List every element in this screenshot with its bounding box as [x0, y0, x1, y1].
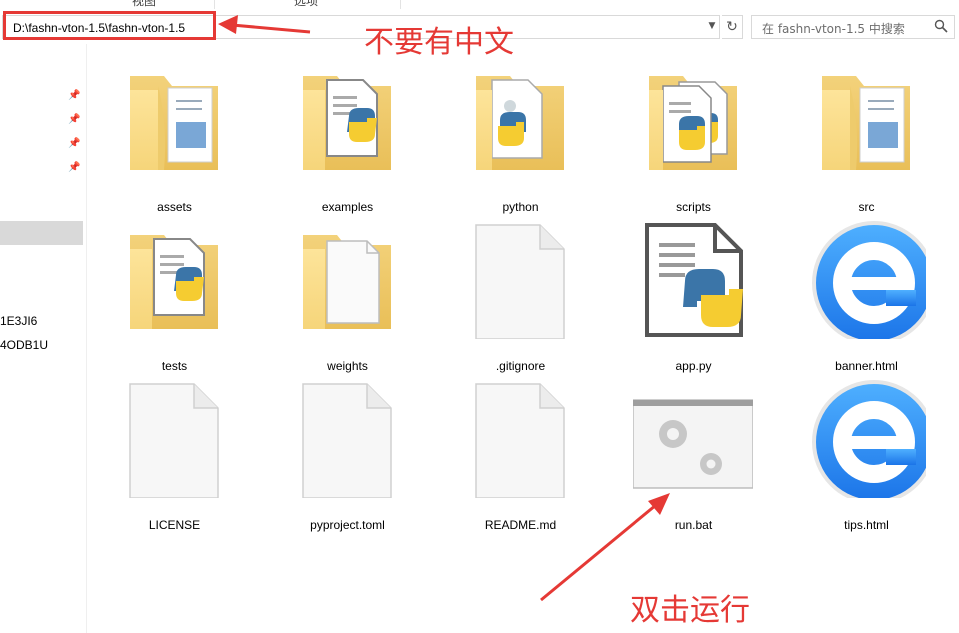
folder-python-icon: [130, 235, 218, 329]
pin-icon[interactable]: 📌: [68, 114, 80, 126]
blank-file-icon: [475, 383, 565, 498]
browser-e-icon: [812, 380, 926, 498]
blank-file-icon: [475, 224, 565, 339]
annotation-no-chinese: 不要有中文: [364, 25, 514, 60]
file-name: scripts: [676, 200, 711, 214]
annotation-double-click-run: 双击运行: [630, 593, 750, 628]
folder-blank-icon: [303, 235, 391, 329]
file-name: tests: [161, 359, 188, 373]
blank-file-icon: [302, 383, 392, 498]
search-placeholder: 在 fashn-vton-1.5 中搜索: [762, 22, 905, 36]
file-tile[interactable]: README.md: [434, 372, 607, 532]
pin-icon[interactable]: 📌: [68, 138, 80, 150]
pin-icon[interactable]: 📌: [68, 162, 80, 174]
file-tile[interactable]: pyproject.toml: [261, 372, 434, 532]
pin-icon[interactable]: 📌: [68, 90, 80, 102]
nav-item[interactable]: 1E3JI6: [0, 314, 37, 328]
file-tile[interactable]: tests: [88, 213, 261, 373]
ribbon-separator: [214, 0, 215, 9]
folder-icon: [130, 76, 218, 170]
folder-python-icon: [476, 76, 564, 170]
batch-file-icon: [633, 399, 753, 489]
file-tile[interactable]: run.bat: [607, 372, 780, 532]
file-name: weights: [327, 359, 368, 373]
refresh-button[interactable]: ↻: [722, 15, 743, 39]
ribbon-tab[interactable]: 选项: [294, 0, 318, 9]
file-tile[interactable]: scripts: [607, 54, 780, 214]
highlight-box: [3, 11, 216, 40]
file-tile[interactable]: examples: [261, 54, 434, 214]
navigation-pane: 📌 📌 📌 📌 1E3JI6 4ODB1U: [0, 44, 87, 633]
file-name: app.py: [675, 359, 712, 373]
search-icon[interactable]: [934, 19, 948, 33]
file-name: run.bat: [674, 518, 713, 532]
file-tile[interactable]: app.py: [607, 213, 780, 373]
folder-python-icon: [303, 76, 391, 170]
ribbon-separator: [400, 0, 401, 9]
address-dropdown-button[interactable]: ▼: [705, 15, 719, 37]
file-name: examples: [321, 200, 374, 214]
python-file-icon: [645, 223, 743, 337]
file-tile[interactable]: python: [434, 54, 607, 214]
ribbon-strip: 视图 选项: [0, 0, 959, 9]
folder-icon: [822, 76, 910, 170]
chevron-down-icon: ▼: [708, 21, 716, 31]
file-name: README.md: [484, 518, 557, 532]
ribbon-tab[interactable]: 视图: [132, 0, 156, 9]
nav-item[interactable]: 4ODB1U: [0, 338, 48, 352]
file-tile[interactable]: tips.html: [780, 372, 953, 532]
browser-e-icon: [812, 221, 926, 339]
file-tile[interactable]: src: [780, 54, 953, 214]
file-name: LICENSE: [148, 518, 201, 532]
file-name: tips.html: [844, 518, 889, 532]
nav-selected-item[interactable]: [0, 221, 83, 245]
file-tile[interactable]: assets: [88, 54, 261, 214]
search-input[interactable]: 在 fashn-vton-1.5 中搜索: [751, 15, 955, 39]
folder-python-icon: [649, 76, 737, 170]
file-tile[interactable]: banner.html: [780, 213, 953, 373]
file-name: src: [858, 200, 875, 214]
file-tile[interactable]: weights: [261, 213, 434, 373]
file-name: pyproject.toml: [310, 518, 385, 532]
file-grid: assets examples python scripts src tests…: [88, 44, 959, 633]
file-tile[interactable]: LICENSE: [88, 372, 261, 532]
file-name: .gitignore: [495, 359, 546, 373]
file-name: python: [502, 200, 539, 214]
file-tile[interactable]: .gitignore: [434, 213, 607, 373]
blank-file-icon: [129, 383, 219, 498]
refresh-icon: ↻: [726, 19, 738, 35]
file-name: banner.html: [835, 359, 898, 373]
file-name: assets: [157, 200, 192, 214]
